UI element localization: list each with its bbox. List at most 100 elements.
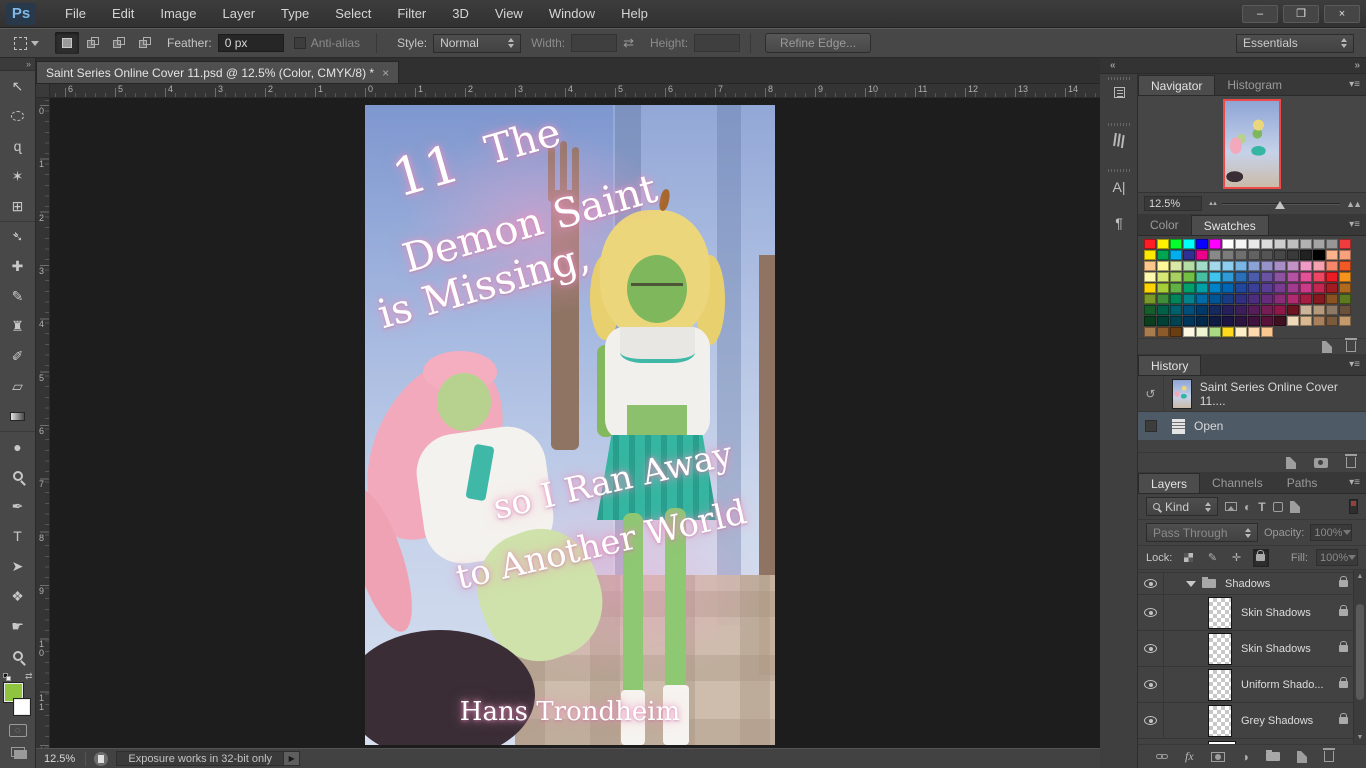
- layer-row[interactable]: Shadows: [1138, 573, 1366, 595]
- blur-tool[interactable]: ●: [0, 431, 35, 461]
- color-swatch[interactable]: [1183, 239, 1195, 249]
- color-swatch[interactable]: [1300, 305, 1312, 315]
- color-swatch[interactable]: [1248, 283, 1260, 293]
- color-swatch[interactable]: [1157, 261, 1169, 271]
- layer-row[interactable]: Uniform Shado...: [1138, 667, 1366, 703]
- feather-input[interactable]: 0 px: [218, 34, 284, 52]
- color-swatch[interactable]: [1209, 327, 1221, 337]
- collapse-panels-icon[interactable]: »: [1354, 60, 1360, 71]
- color-swatch[interactable]: [1157, 272, 1169, 282]
- layer-name[interactable]: Skin Shadows: [1241, 607, 1339, 619]
- tab-histogram[interactable]: Histogram: [1215, 75, 1294, 95]
- menu-type[interactable]: Type: [268, 0, 322, 27]
- filter-adjustment-layers-icon[interactable]: ◐: [1244, 500, 1251, 514]
- filter-type-layers-icon[interactable]: T: [1258, 500, 1265, 514]
- tab-close-icon[interactable]: ×: [382, 66, 389, 80]
- color-swatch[interactable]: [1144, 283, 1156, 293]
- color-swatch[interactable]: [1300, 272, 1312, 282]
- new-selection-button[interactable]: [55, 32, 79, 54]
- vertical-ruler[interactable]: 0123456789101112: [36, 98, 50, 748]
- color-swatch[interactable]: [1235, 327, 1247, 337]
- color-swatch[interactable]: [1157, 239, 1169, 249]
- color-swatch[interactable]: [1144, 294, 1156, 304]
- menu-file[interactable]: File: [52, 0, 99, 27]
- lasso-tool[interactable]: ɋ: [0, 131, 35, 161]
- color-swatch[interactable]: [1261, 327, 1273, 337]
- move-tool[interactable]: ↖: [0, 71, 35, 101]
- color-swatch[interactable]: [1157, 316, 1169, 326]
- close-button[interactable]: ×: [1324, 5, 1360, 23]
- color-swatch[interactable]: [1183, 294, 1195, 304]
- delete-layer-icon[interactable]: [1324, 751, 1334, 762]
- color-swatch[interactable]: [1183, 305, 1195, 315]
- document-tab[interactable]: Saint Series Online Cover 11.psd @ 12.5%…: [36, 61, 399, 83]
- add-selection-button[interactable]: [81, 32, 105, 54]
- color-swatch[interactable]: [1339, 294, 1351, 304]
- healing-brush-tool[interactable]: ✚: [0, 251, 35, 281]
- layer-row[interactable]: Grey Shadows: [1138, 703, 1366, 739]
- toolbar-expand-icon[interactable]: »: [0, 58, 35, 71]
- intersect-selection-button[interactable]: [133, 32, 157, 54]
- panel-3d-button[interactable]: [1100, 74, 1138, 120]
- layers-scrollbar[interactable]: ▲ ▼: [1353, 570, 1366, 744]
- color-swatch[interactable]: [1235, 250, 1247, 260]
- menu-layer[interactable]: Layer: [210, 0, 269, 27]
- color-swatch[interactable]: [1274, 294, 1286, 304]
- tab-layers[interactable]: Layers: [1138, 473, 1200, 493]
- color-swatch[interactable]: [1196, 239, 1208, 249]
- menu-view[interactable]: View: [482, 0, 536, 27]
- color-swatch[interactable]: [1196, 316, 1208, 326]
- color-swatch[interactable]: [1313, 239, 1325, 249]
- custom-shape-tool[interactable]: ❖: [0, 581, 35, 611]
- eraser-tool[interactable]: ▱: [0, 371, 35, 401]
- color-swatch[interactable]: [1339, 316, 1351, 326]
- color-swatch[interactable]: [1326, 239, 1338, 249]
- color-swatch[interactable]: [1313, 250, 1325, 260]
- color-swatch[interactable]: [1222, 272, 1234, 282]
- visibility-toggle[interactable]: [1138, 573, 1164, 594]
- default-colors-icon[interactable]: [3, 673, 12, 682]
- quick-mask-button[interactable]: ◌: [0, 719, 35, 741]
- visibility-toggle[interactable]: [1138, 703, 1164, 738]
- color-swatch[interactable]: [1274, 272, 1286, 282]
- new-layer-icon[interactable]: [1297, 751, 1307, 763]
- color-swatch[interactable]: [1209, 239, 1221, 249]
- navigator-zoom-value[interactable]: 12.5%: [1144, 196, 1202, 211]
- path-selection-tool[interactable]: ➤: [0, 551, 35, 581]
- color-swatch[interactable]: [1248, 272, 1260, 282]
- clone-stamp-tool[interactable]: ♜: [0, 311, 35, 341]
- pen-tool[interactable]: ✒: [0, 491, 35, 521]
- color-swatch[interactable]: [1222, 250, 1234, 260]
- color-swatch[interactable]: [1248, 305, 1260, 315]
- color-swatch[interactable]: [1274, 316, 1286, 326]
- color-swatch[interactable]: [1261, 305, 1273, 315]
- layer-name[interactable]: Uniform Shado...: [1241, 679, 1339, 691]
- scrollbar-thumb[interactable]: [1356, 604, 1364, 700]
- hand-tool[interactable]: ☛: [0, 611, 35, 641]
- scroll-up-icon[interactable]: ▲: [1354, 573, 1366, 580]
- color-swatch[interactable]: [1183, 316, 1195, 326]
- magic-wand-tool[interactable]: ✶: [0, 161, 35, 191]
- background-color-swatch[interactable]: [14, 699, 30, 715]
- color-swatch[interactable]: [1287, 250, 1299, 260]
- color-swatch[interactable]: [1209, 294, 1221, 304]
- color-swatch[interactable]: [1170, 250, 1182, 260]
- tab-channels[interactable]: Channels: [1200, 473, 1275, 493]
- color-swatch[interactable]: [1170, 294, 1182, 304]
- collapse-dock-icon[interactable]: «: [1110, 60, 1116, 71]
- color-swatch[interactable]: [1313, 272, 1325, 282]
- screen-mode-button[interactable]: [0, 741, 35, 763]
- color-swatch[interactable]: [1339, 261, 1351, 271]
- crop-tool[interactable]: ⊞: [0, 191, 35, 221]
- navigator-proxy-view[interactable]: [1223, 99, 1281, 189]
- color-swatch[interactable]: [1300, 316, 1312, 326]
- color-swatch[interactable]: [1326, 294, 1338, 304]
- delete-swatch-icon[interactable]: [1346, 341, 1356, 352]
- swap-colors-icon[interactable]: ⇄: [25, 671, 33, 682]
- color-swatch[interactable]: [1196, 327, 1208, 337]
- history-state-row[interactable]: Open: [1138, 412, 1366, 440]
- color-swatch[interactable]: [1235, 261, 1247, 271]
- color-swatch[interactable]: [1144, 305, 1156, 315]
- color-swatch[interactable]: [1209, 316, 1221, 326]
- color-swatch[interactable]: [1313, 294, 1325, 304]
